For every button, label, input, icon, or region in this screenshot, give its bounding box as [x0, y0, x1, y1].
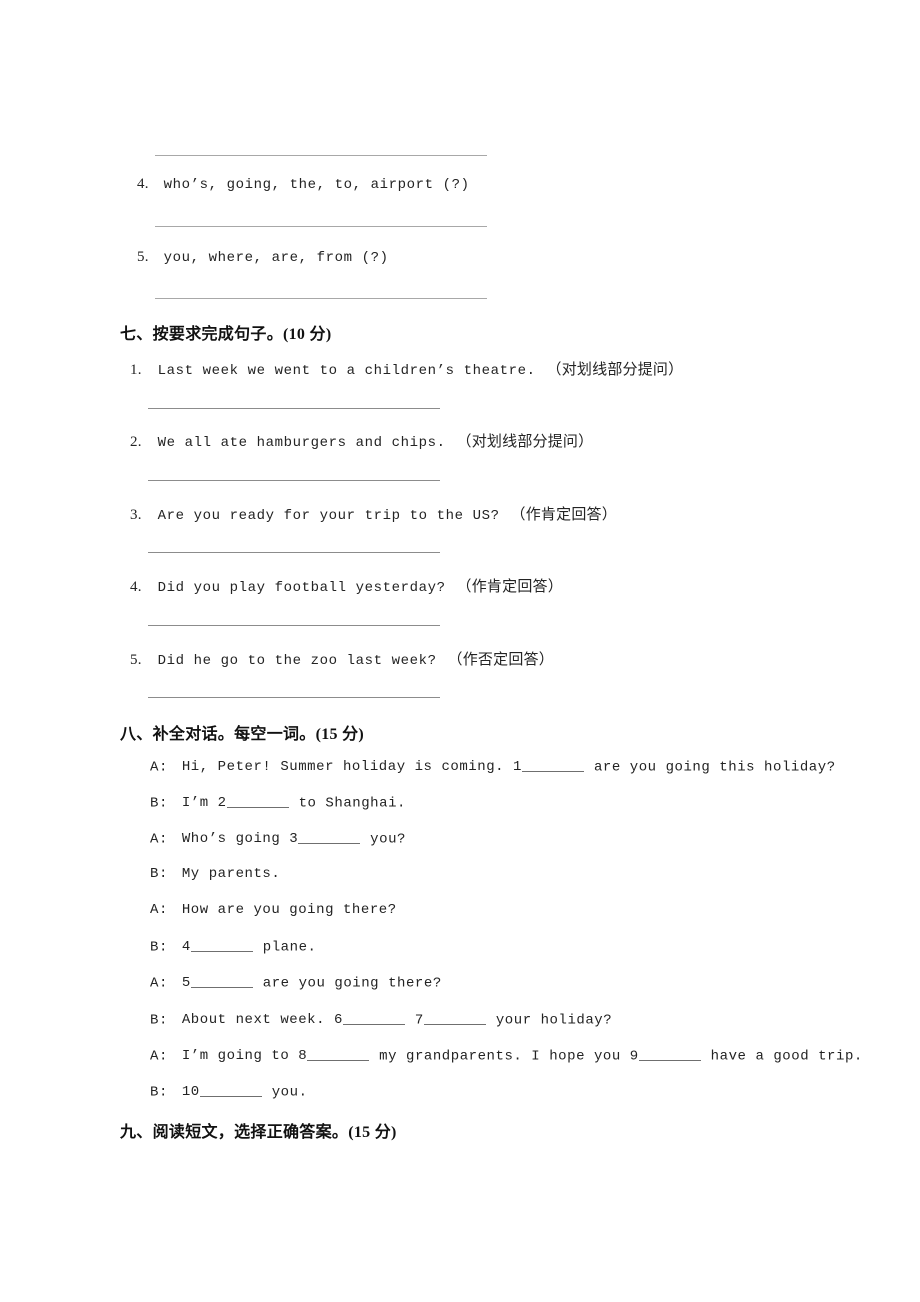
answer-blank-5[interactable] — [190, 974, 253, 989]
dialogue-text: About next week. 6 — [181, 1012, 343, 1029]
item-number: 1. — [130, 362, 142, 378]
section-seven-item-2: 2. We all ate hamburgers and chips. （对划线… — [130, 430, 593, 451]
answer-blank-1[interactable] — [522, 758, 585, 773]
dialogue-line-2: B: I’m 2 to Shanghai. — [150, 794, 406, 811]
item-sentence: you, where, are, from (?) — [163, 250, 389, 266]
item-instruction: （对划线部分提问） — [546, 362, 684, 378]
dialogue-line-7: A: 5 are you going there? — [150, 974, 442, 991]
answer-rule-3 — [148, 552, 440, 553]
section-seven-item-4: 4. Did you play football yesterday? （作肯定… — [130, 575, 563, 596]
carryover-item-4: 4. who’s, going, the, to, airport (?) — [137, 176, 470, 193]
answer-blank-4[interactable] — [190, 938, 253, 953]
dialogue-text: you? — [361, 831, 406, 848]
dialogue-text: to Shanghai. — [289, 795, 406, 812]
item-instruction: （作肯定回答） — [510, 507, 617, 523]
answer-rule-prev-4 — [155, 226, 487, 227]
item-number: 2. — [130, 434, 142, 450]
speaker-label: B: — [150, 1084, 168, 1101]
dialogue-text: your holiday? — [486, 1012, 613, 1029]
item-sentence: who’s, going, the, to, airport (?) — [163, 177, 470, 193]
speaker-label: A: — [150, 831, 168, 848]
item-number: 4. — [137, 176, 149, 192]
item-sentence: Did he go to the zoo last week? — [157, 653, 437, 669]
dialogue-text: are you going this holiday? — [585, 759, 836, 776]
dialogue-text: 10 — [181, 1084, 200, 1101]
dialogue-text: My parents. — [181, 866, 281, 882]
answer-rule-1 — [148, 408, 440, 409]
dialogue-line-9: A: I’m going to 8 my grandparents. I hop… — [150, 1047, 863, 1064]
dialogue-text: How are you going there? — [181, 902, 397, 918]
answer-rule-prev-3 — [155, 155, 487, 156]
dialogue-text: plane. — [253, 939, 317, 956]
speaker-label: A: — [150, 1048, 168, 1065]
section-seven-heading: 七、按要求完成句子。(10 分) — [120, 326, 332, 343]
dialogue-text: 5 — [181, 975, 191, 992]
item-sentence: We all ate hamburgers and chips. — [157, 435, 446, 451]
answer-blank-3[interactable] — [298, 830, 361, 845]
answer-rule-5 — [148, 697, 440, 698]
item-sentence: Did you play football yesterday? — [157, 580, 446, 596]
dialogue-text: are you going there? — [253, 975, 442, 992]
answer-blank-2[interactable] — [226, 794, 289, 809]
dialogue-text: Who’s going 3 — [181, 831, 299, 848]
dialogue-text: Hi, Peter! Summer holiday is coming. 1 — [181, 759, 523, 776]
dialogue-line-6: B: 4 plane. — [150, 938, 316, 955]
dialogue-text: I’m 2 — [181, 795, 227, 812]
item-number: 5. — [130, 652, 142, 668]
speaker-label: B: — [150, 866, 168, 882]
answer-rule-prev-5 — [155, 298, 487, 299]
dialogue-text: have a good trip. — [701, 1048, 863, 1065]
answer-blank-6[interactable] — [342, 1011, 405, 1026]
dialogue-line-3: A: Who’s going 3 you? — [150, 830, 406, 847]
item-number: 5. — [137, 249, 149, 265]
answer-blank-8[interactable] — [307, 1047, 370, 1062]
dialogue-line-5: A: How are you going there? — [150, 902, 397, 918]
answer-blank-9[interactable] — [638, 1047, 701, 1062]
dialogue-text: my grandparents. I hope you 9 — [370, 1048, 639, 1065]
item-instruction: （作肯定回答） — [456, 579, 563, 595]
answer-blank-7[interactable] — [423, 1011, 486, 1026]
item-instruction: （作否定回答） — [447, 652, 554, 668]
dialogue-line-10: B: 10 you. — [150, 1083, 308, 1100]
section-seven-item-3: 3. Are you ready for your trip to the US… — [130, 503, 617, 524]
dialogue-line-8: B: About next week. 6 7 your holiday? — [150, 1011, 612, 1028]
speaker-label: B: — [150, 939, 168, 956]
section-seven-item-1: 1. Last week we went to a children’s the… — [130, 358, 683, 379]
dialogue-text: I’m going to 8 — [181, 1048, 308, 1065]
item-sentence: Are you ready for your trip to the US? — [157, 508, 500, 524]
speaker-label: A: — [150, 902, 168, 918]
speaker-label: A: — [150, 759, 168, 776]
item-sentence: Last week we went to a children’s theatr… — [157, 363, 536, 379]
dialogue-text: 4 — [181, 939, 191, 956]
answer-blank-10[interactable] — [199, 1083, 262, 1098]
answer-rule-2 — [148, 480, 440, 481]
item-number: 4. — [130, 579, 142, 595]
item-number: 3. — [130, 507, 142, 523]
item-instruction: （对划线部分提问） — [456, 434, 594, 450]
speaker-label: B: — [150, 1012, 168, 1029]
section-eight-heading: 八、补全对话。每空一词。(15 分) — [120, 726, 365, 743]
dialogue-text: you. — [262, 1084, 308, 1101]
dialogue-text: 7 — [405, 1012, 424, 1029]
section-nine-heading: 九、阅读短文，选择正确答案。(15 分) — [120, 1124, 397, 1141]
dialogue-line-1: A: Hi, Peter! Summer holiday is coming. … — [150, 758, 836, 775]
speaker-label: B: — [150, 795, 168, 812]
section-seven-item-5: 5. Did he go to the zoo last week? （作否定回… — [130, 648, 554, 669]
carryover-item-5: 5. you, where, are, from (?) — [137, 249, 389, 266]
dialogue-line-4: B: My parents. — [150, 866, 280, 882]
exam-page: 4. who’s, going, the, to, airport (?) 5.… — [0, 0, 920, 1302]
speaker-label: A: — [150, 975, 168, 992]
answer-rule-4 — [148, 625, 440, 626]
